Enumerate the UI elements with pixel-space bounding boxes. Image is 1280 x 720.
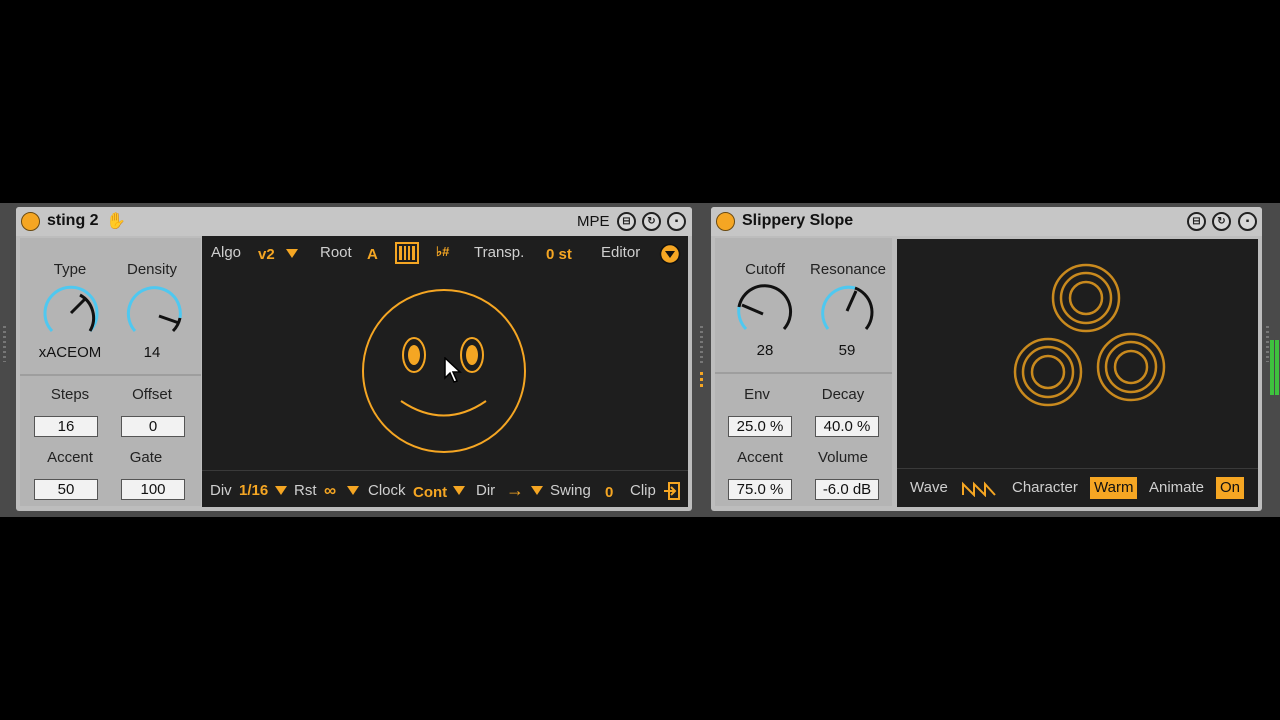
transp-value[interactable]: 0 st	[546, 246, 572, 263]
device-power-button[interactable]	[21, 212, 40, 231]
wave-label: Wave	[910, 479, 948, 496]
character-label: Character	[1012, 479, 1078, 496]
rst-value[interactable]: ∞	[324, 481, 336, 501]
animate-on-button[interactable]: On	[1216, 477, 1245, 499]
rst-label: Rst	[294, 482, 317, 499]
device-titlebar: Slippery Slope ⊟ ↻ ▪	[711, 207, 1262, 236]
accidental-toggle[interactable]: ♭#	[436, 244, 449, 260]
cutoff-value: 28	[756, 342, 774, 359]
sawtooth-wave-icon[interactable]	[962, 481, 996, 497]
level-meter-right	[1275, 340, 1279, 395]
dir-label: Dir	[476, 482, 496, 499]
mouse-cursor-icon	[444, 357, 462, 383]
piano-keys-icon[interactable]	[395, 242, 419, 264]
dir-dropdown-icon[interactable]	[531, 486, 543, 495]
env-field[interactable]: 25.0 %	[728, 416, 792, 437]
resonance-value: 59	[838, 342, 856, 359]
decay-field[interactable]: 40.0 %	[815, 416, 879, 437]
rst-dropdown-icon[interactable]	[347, 486, 359, 495]
gate-field[interactable]: 100	[121, 479, 185, 500]
resonance-knob[interactable]	[816, 282, 878, 344]
volume-field[interactable]: -6.0 dB	[815, 479, 879, 500]
swing-label: Swing	[550, 482, 591, 499]
env-label: Env	[744, 386, 770, 403]
control-panel: Cutoff Resonance 28 59 Env Decay 25.0 % …	[715, 238, 892, 506]
character-warm-button[interactable]: Warm	[1090, 477, 1138, 499]
level-meter-left	[1270, 340, 1274, 395]
device-slippery-slope: Slippery Slope ⊟ ↻ ▪ Cutoff Resonance 28…	[711, 207, 1262, 511]
div-label: Div	[210, 482, 232, 499]
gate-label: Gate	[129, 449, 163, 466]
device-title: sting 2	[47, 212, 99, 229]
hand-icon: ✋	[106, 213, 126, 230]
control-panel: Type Density xACEOM 14 Steps Offset 16 0…	[20, 238, 201, 506]
swing-value[interactable]: 0	[605, 484, 613, 501]
accent-label: Accent	[737, 449, 783, 466]
rack-grip-right[interactable]	[1266, 326, 1269, 362]
reset-icon[interactable]: ↻	[642, 212, 661, 231]
algo-value[interactable]: v2	[258, 246, 275, 263]
div-dropdown-icon[interactable]	[275, 486, 287, 495]
type-value: xACEOM	[38, 344, 102, 361]
bottom-divider	[897, 468, 1258, 469]
device-titlebar: sting 2 ✋ MPE ⊟ ↻ ▪	[16, 207, 692, 236]
density-knob[interactable]	[123, 284, 185, 346]
cutoff-label: Cutoff	[745, 261, 785, 278]
mpe-label[interactable]: MPE	[577, 213, 610, 230]
steps-field[interactable]: 16	[34, 416, 98, 437]
device-power-button[interactable]	[716, 212, 735, 231]
type-knob[interactable]	[40, 284, 102, 346]
divider	[715, 372, 892, 374]
save-preset-icon[interactable]: ▪	[667, 212, 686, 231]
bottom-divider	[202, 470, 688, 471]
ring-visualizer[interactable]	[1007, 259, 1167, 414]
clock-value[interactable]: Cont	[413, 484, 447, 501]
clock-dropdown-icon[interactable]	[453, 486, 465, 495]
hotswap-icon[interactable]: ⊟	[617, 212, 636, 231]
rack-grip-left[interactable]	[3, 326, 6, 362]
divider	[20, 374, 201, 376]
algo-dropdown-icon[interactable]	[286, 249, 298, 258]
save-preset-icon[interactable]: ▪	[1238, 212, 1257, 231]
accent-field[interactable]: 50	[34, 479, 98, 500]
clock-label: Clock	[368, 482, 406, 499]
algo-label: Algo	[211, 244, 242, 261]
device-title: Slippery Slope	[742, 212, 854, 229]
resonance-label: Resonance	[810, 261, 886, 278]
type-label: Type	[53, 261, 87, 278]
reset-icon[interactable]: ↻	[1212, 212, 1231, 231]
offset-field[interactable]: 0	[121, 416, 185, 437]
root-label: Root	[320, 244, 352, 261]
dir-arrow-icon[interactable]: →	[506, 480, 524, 501]
div-value[interactable]: 1/16	[239, 482, 268, 499]
density-label: Density	[126, 261, 178, 278]
offset-label: Offset	[132, 386, 172, 403]
device-sting2: sting 2 ✋ MPE ⊟ ↻ ▪ Type Density xACEOM …	[16, 207, 692, 511]
hotswap-icon[interactable]: ⊟	[1187, 212, 1206, 231]
rack-grip-middle-active[interactable]	[700, 372, 703, 390]
accent-field[interactable]: 75.0 %	[728, 479, 792, 500]
transp-label: Transp.	[474, 244, 525, 261]
clip-label: Clip	[630, 482, 656, 499]
animate-label: Animate	[1149, 479, 1205, 496]
decay-label: Decay	[821, 386, 865, 403]
sequencer-display: Algo v2 Root A ♭# Transp. 0 st Editor Di…	[202, 236, 688, 507]
cutoff-knob[interactable]	[734, 282, 796, 344]
filter-display: Wave Character Warm Animate On	[897, 239, 1258, 507]
accent-label: Accent	[47, 449, 93, 466]
clip-export-icon[interactable]	[663, 481, 681, 501]
editor-label: Editor	[601, 244, 641, 261]
density-value: 14	[143, 344, 161, 361]
root-value[interactable]: A	[367, 246, 378, 263]
volume-label: Volume	[817, 449, 869, 466]
editor-dropdown-icon[interactable]	[659, 243, 681, 265]
steps-label: Steps	[50, 386, 90, 403]
rack-grip-middle[interactable]	[700, 326, 703, 366]
